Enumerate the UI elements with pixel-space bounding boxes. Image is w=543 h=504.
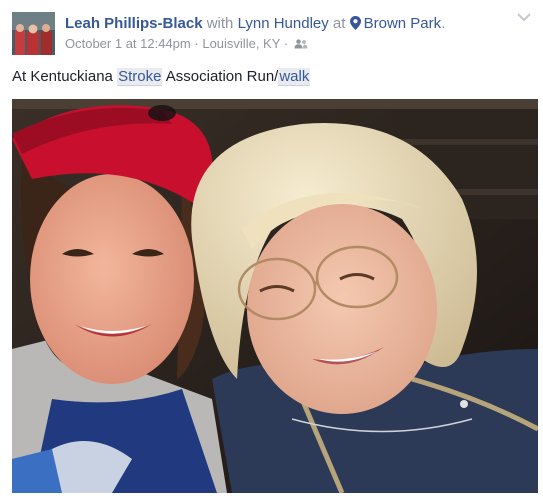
chevron-down-icon[interactable] xyxy=(517,12,531,22)
post-timestamp-link[interactable]: October 1 at 12:44pm xyxy=(65,36,191,51)
place-suffix: . xyxy=(441,15,446,32)
post-photo[interactable] xyxy=(12,99,538,493)
place-link-wrap[interactable]: Brown Park xyxy=(349,15,442,32)
author-name-link[interactable]: Leah Phillips-Black xyxy=(65,15,203,32)
caption-text-1: At Kentuckiana xyxy=(12,68,118,85)
tagged-person-link[interactable]: Lynn Hundley xyxy=(238,15,329,32)
place-link[interactable]: Brown Park xyxy=(364,15,442,32)
hashtag-link-walk[interactable]: walk xyxy=(278,68,311,86)
post-meta: October 1 at 12:44pm · Louisville, KY · xyxy=(65,35,308,53)
caption-text-2: Association Run/ xyxy=(162,68,279,85)
meta-separator: · xyxy=(194,36,199,51)
selfie-photo-illustration xyxy=(12,99,538,493)
author-avatar[interactable] xyxy=(12,12,55,55)
friends-icon[interactable] xyxy=(294,39,308,49)
post-caption: At Kentuckiana Stroke Association Run/wa… xyxy=(12,67,311,87)
meta-separator-2: · xyxy=(283,36,289,51)
at-text: at xyxy=(332,15,346,32)
facebook-post: Leah Phillips-Black with Lynn Hundley at… xyxy=(0,0,543,504)
location-pin-icon xyxy=(349,16,361,30)
post-location[interactable]: Louisville, KY xyxy=(202,36,280,51)
post-header: Leah Phillips-Black with Lynn Hundley at… xyxy=(65,14,503,34)
hashtag-link-stroke[interactable]: Stroke xyxy=(117,68,163,86)
with-text: with xyxy=(206,15,234,32)
